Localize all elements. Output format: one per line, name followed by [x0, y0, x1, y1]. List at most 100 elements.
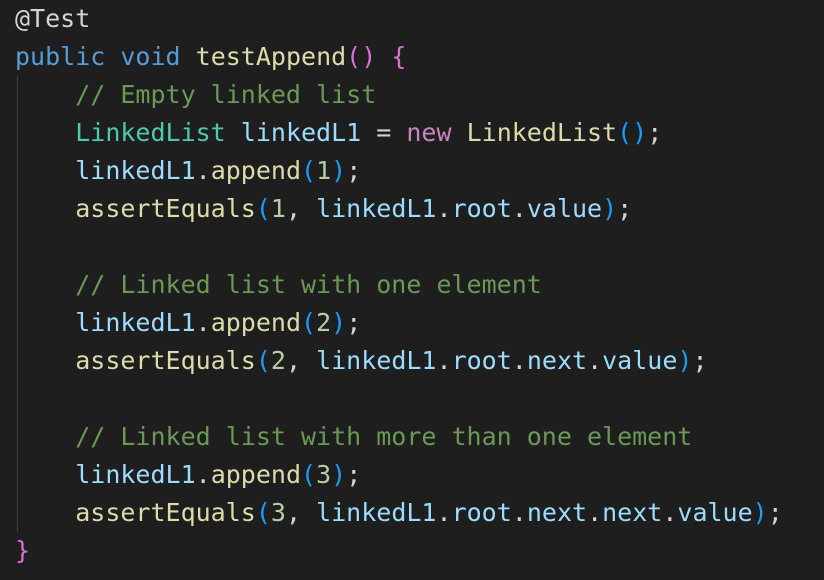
code-token: linkedL1 — [75, 460, 196, 489]
code-token: , — [285, 194, 317, 223]
code-token: linkedL1 — [316, 346, 437, 375]
code-token: ) — [331, 460, 347, 489]
code-line[interactable]: linkedL1.append(2); — [15, 304, 361, 342]
code-token: . — [436, 346, 452, 375]
code-token: ; — [692, 346, 708, 375]
code-line[interactable]: // Linked list with more than one elemen… — [15, 418, 692, 456]
code-token: LinkedList — [466, 118, 618, 147]
code-token: append — [210, 308, 302, 337]
code-token: next — [602, 498, 663, 527]
code-token: ( — [301, 308, 317, 337]
code-token: value — [526, 194, 603, 223]
code-token: ; — [346, 156, 362, 185]
code-line[interactable]: linkedL1.append(1); — [15, 152, 361, 190]
code-token: ( — [301, 460, 317, 489]
code-token: ) — [602, 194, 618, 223]
code-token: value — [602, 346, 678, 375]
code-token: ; — [617, 194, 633, 223]
code-token: linkedL1 — [316, 194, 437, 223]
code-token: @Test — [15, 4, 91, 33]
code-token: 2 — [270, 346, 286, 375]
code-line[interactable]: assertEquals(3, linkedL1.root.next.next.… — [15, 494, 783, 532]
code-token: // Linked list with one element — [75, 270, 542, 299]
code-token: root — [451, 346, 512, 375]
code-token: . — [511, 346, 527, 375]
code-token: = — [361, 118, 407, 147]
code-token: 1 — [316, 156, 332, 185]
code-line[interactable]: linkedL1.append(3); — [15, 456, 361, 494]
code-line[interactable]: @Test — [15, 0, 90, 38]
code-token: ( — [255, 346, 271, 375]
code-token: . — [436, 498, 452, 527]
code-line[interactable]: // Empty linked list — [15, 76, 376, 114]
code-line[interactable]: assertEquals(2, linkedL1.root.next.value… — [15, 342, 708, 380]
code-token: ; — [346, 308, 362, 337]
code-token: linkedL1 — [75, 308, 196, 337]
code-token: , — [285, 498, 317, 527]
code-token: void — [120, 42, 181, 71]
code-token: value — [677, 498, 753, 527]
code-token: . — [511, 498, 527, 527]
code-editor[interactable]: @Test public void testAppend() { // Empty… — [0, 0, 824, 580]
code-token: append — [210, 156, 302, 185]
code-line[interactable]: // Linked list with one element — [15, 266, 542, 304]
code-token: LinkedList — [75, 118, 226, 147]
code-token: } — [15, 536, 31, 565]
code-token: ; — [767, 498, 783, 527]
code-token: append — [210, 460, 302, 489]
code-token: ) — [331, 308, 347, 337]
code-token: . — [587, 346, 603, 375]
code-token: . — [195, 156, 211, 185]
code-token: next — [526, 498, 588, 527]
code-line[interactable]: } — [15, 532, 30, 570]
code-token: linkedL1 — [240, 118, 362, 147]
code-line[interactable]: LinkedList linkedL1 = new LinkedList(); — [15, 114, 662, 152]
code-token: assertEquals — [75, 194, 256, 223]
code-token: . — [436, 194, 452, 223]
code-token: . — [587, 498, 603, 527]
code-token: ( — [255, 498, 271, 527]
code-token: . — [195, 308, 211, 337]
code-token: . — [511, 194, 527, 223]
code-token: root — [451, 194, 512, 223]
code-token: , — [285, 346, 317, 375]
code-token: new — [406, 118, 452, 147]
code-token: linkedL1 — [316, 498, 437, 527]
code-token: next — [526, 346, 588, 375]
code-token: assertEquals — [75, 346, 256, 375]
code-token: testAppend — [195, 42, 347, 71]
code-token: . — [662, 498, 678, 527]
code-token: linkedL1 — [75, 156, 196, 185]
code-token: () — [346, 42, 377, 71]
code-token: { — [391, 42, 407, 71]
code-token: 1 — [270, 194, 286, 223]
code-token: assertEquals — [75, 498, 256, 527]
code-token: () — [617, 118, 648, 147]
code-token: // Empty linked list — [75, 80, 377, 109]
code-token: ( — [301, 156, 317, 185]
code-line[interactable]: assertEquals(1, linkedL1.root.value); — [15, 190, 632, 228]
code-token: 3 — [270, 498, 286, 527]
code-line[interactable]: public void testAppend() { — [15, 38, 406, 76]
code-token: . — [195, 460, 211, 489]
code-token: ) — [752, 498, 768, 527]
code-token: 2 — [316, 308, 332, 337]
code-token: ; — [647, 118, 663, 147]
code-token: root — [451, 498, 512, 527]
code-token: ) — [677, 346, 693, 375]
code-token: ) — [331, 156, 347, 185]
